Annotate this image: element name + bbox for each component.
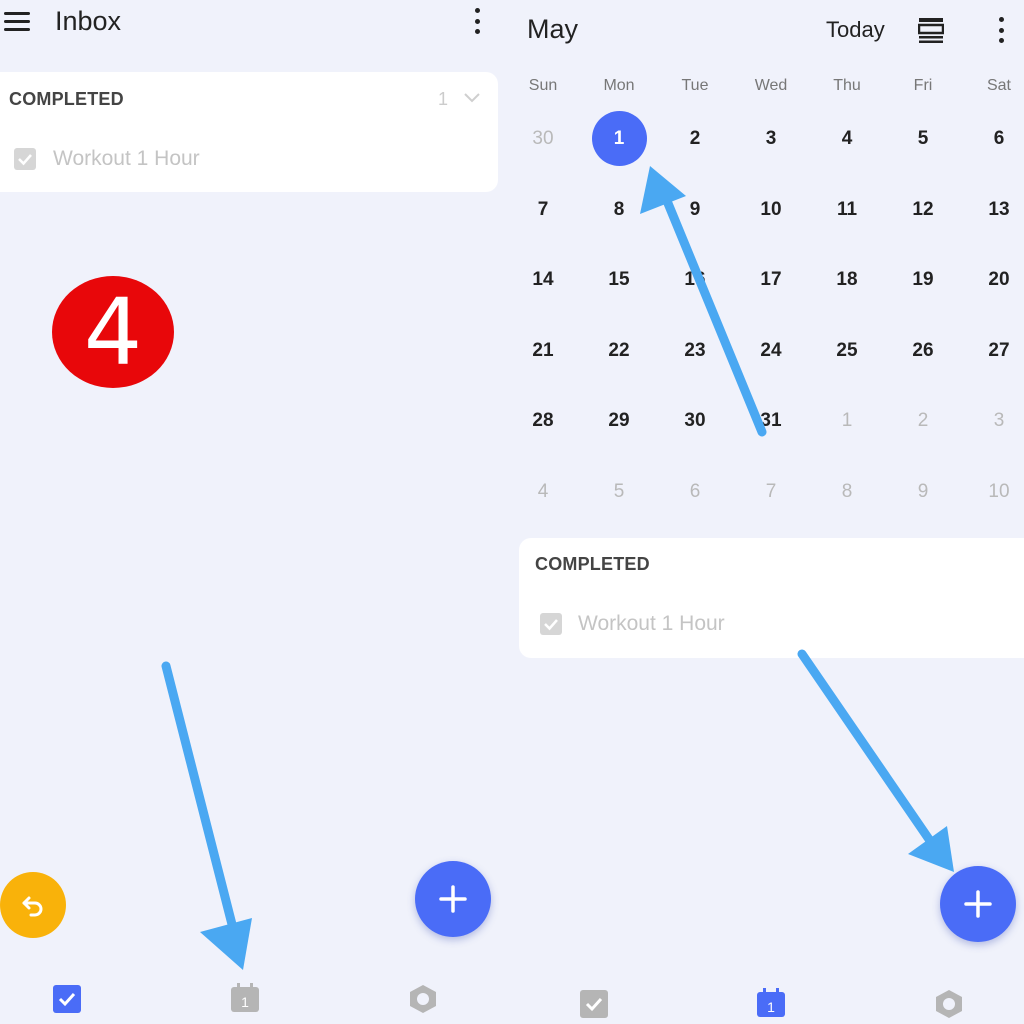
calendar-day[interactable]: 15 xyxy=(594,269,644,291)
calendar-day[interactable]: 8 xyxy=(822,481,872,503)
calendar-day[interactable]: 30 xyxy=(670,410,720,432)
add-task-button[interactable] xyxy=(415,861,491,937)
calendar-tab-icon[interactable]: 1 xyxy=(756,988,786,1018)
calendar-day[interactable]: 10 xyxy=(974,481,1024,503)
task-checkbox[interactable] xyxy=(540,613,562,635)
calendar-day[interactable]: 29 xyxy=(594,410,644,432)
add-task-button[interactable] xyxy=(940,866,1016,942)
calendar-day-selected[interactable]: 1 xyxy=(594,128,644,150)
calendar-day[interactable]: 8 xyxy=(594,199,644,221)
tasks-tab-icon[interactable] xyxy=(579,989,609,1019)
calendar-day[interactable]: 5 xyxy=(594,481,644,503)
completed-section-label: COMPLETED xyxy=(535,554,650,574)
completed-count: 1 xyxy=(438,89,449,109)
weekday-label: Mon xyxy=(603,77,635,94)
svg-text:1: 1 xyxy=(241,994,249,1010)
arrow-to-add-button xyxy=(797,649,940,853)
calendar-day[interactable]: 4 xyxy=(518,481,568,503)
more-vert-icon[interactable] xyxy=(474,8,480,34)
more-vert-icon[interactable] xyxy=(998,17,1004,43)
arrow-head xyxy=(908,826,954,872)
calendar-day[interactable]: 19 xyxy=(898,269,948,291)
calendar-day[interactable]: 9 xyxy=(898,481,948,503)
calendar-tab-day: 1 xyxy=(767,999,775,1015)
calendar-day[interactable]: 3 xyxy=(974,410,1024,432)
calendar-day[interactable]: 31 xyxy=(746,410,796,432)
calendar-day[interactable]: 25 xyxy=(822,340,872,362)
calendar-day[interactable]: 20 xyxy=(974,269,1024,291)
calendar-day[interactable]: 17 xyxy=(746,269,796,291)
task-title[interactable]: Workout 1 Hour xyxy=(578,612,725,636)
calendar-day[interactable]: 23 xyxy=(670,340,720,362)
weekday-label: Tue xyxy=(681,77,709,94)
calendar-day[interactable]: 9 xyxy=(670,199,720,221)
tasks-tab-icon[interactable] xyxy=(52,984,82,1014)
plus-icon xyxy=(439,885,467,913)
calendar-day[interactable]: 21 xyxy=(518,340,568,362)
calendar-day[interactable]: 10 xyxy=(746,199,796,221)
arrow-to-selected-day xyxy=(660,191,767,437)
arrow-head xyxy=(200,918,252,970)
calendar-day[interactable]: 30 xyxy=(518,128,568,150)
settings-tab-icon[interactable] xyxy=(408,984,438,1014)
calendar-day[interactable]: 7 xyxy=(518,199,568,221)
calendar-day[interactable]: 2 xyxy=(670,128,720,150)
calendar-day[interactable]: 27 xyxy=(974,340,1024,362)
arrow-to-calendar-tab xyxy=(161,661,241,945)
page-title: Inbox xyxy=(55,6,122,36)
calendar-day[interactable]: 12 xyxy=(898,199,948,221)
task-title[interactable]: Workout 1 Hour xyxy=(53,147,200,171)
month-title[interactable]: May xyxy=(527,14,578,45)
calendar-day[interactable]: 2 xyxy=(898,410,948,432)
calendar-view-icon[interactable] xyxy=(918,17,944,43)
chevron-down-icon[interactable] xyxy=(463,88,481,106)
calendar-tab-icon[interactable]: 1 xyxy=(230,983,260,1013)
completed-section-label: COMPLETED xyxy=(9,89,124,109)
calendar-day[interactable]: 3 xyxy=(746,128,796,150)
step-number-badge: 4 xyxy=(52,276,174,388)
calendar-day[interactable]: 4 xyxy=(822,128,872,150)
calendar-day[interactable]: 16 xyxy=(670,269,720,291)
weekday-label: Fri xyxy=(913,77,933,94)
calendar-day[interactable]: 24 xyxy=(746,340,796,362)
calendar-day[interactable]: 6 xyxy=(670,481,720,503)
task-checkbox[interactable] xyxy=(14,148,36,170)
undo-icon xyxy=(22,896,43,917)
undo-button[interactable] xyxy=(0,872,66,938)
weekday-label: Sun xyxy=(528,77,558,94)
weekday-label: Thu xyxy=(833,77,861,94)
calendar-day[interactable]: 7 xyxy=(746,481,796,503)
calendar-day[interactable]: 26 xyxy=(898,340,948,362)
plus-icon xyxy=(964,890,992,918)
today-button[interactable]: Today xyxy=(826,17,885,43)
calendar-day[interactable]: 1 xyxy=(822,410,872,432)
calendar-day[interactable]: 22 xyxy=(594,340,644,362)
calendar-day[interactable]: 5 xyxy=(898,128,948,150)
weekday-label: Wed xyxy=(754,77,788,94)
calendar-day[interactable]: 14 xyxy=(518,269,568,291)
settings-tab-icon[interactable] xyxy=(934,989,964,1019)
calendar-day[interactable]: 28 xyxy=(518,410,568,432)
weekday-label: Sat xyxy=(986,77,1011,94)
menu-icon[interactable] xyxy=(4,12,30,32)
calendar-day[interactable]: 13 xyxy=(974,199,1024,221)
calendar-day[interactable]: 18 xyxy=(822,269,872,291)
calendar-day[interactable]: 6 xyxy=(974,128,1024,150)
calendar-day[interactable]: 11 xyxy=(822,199,872,221)
